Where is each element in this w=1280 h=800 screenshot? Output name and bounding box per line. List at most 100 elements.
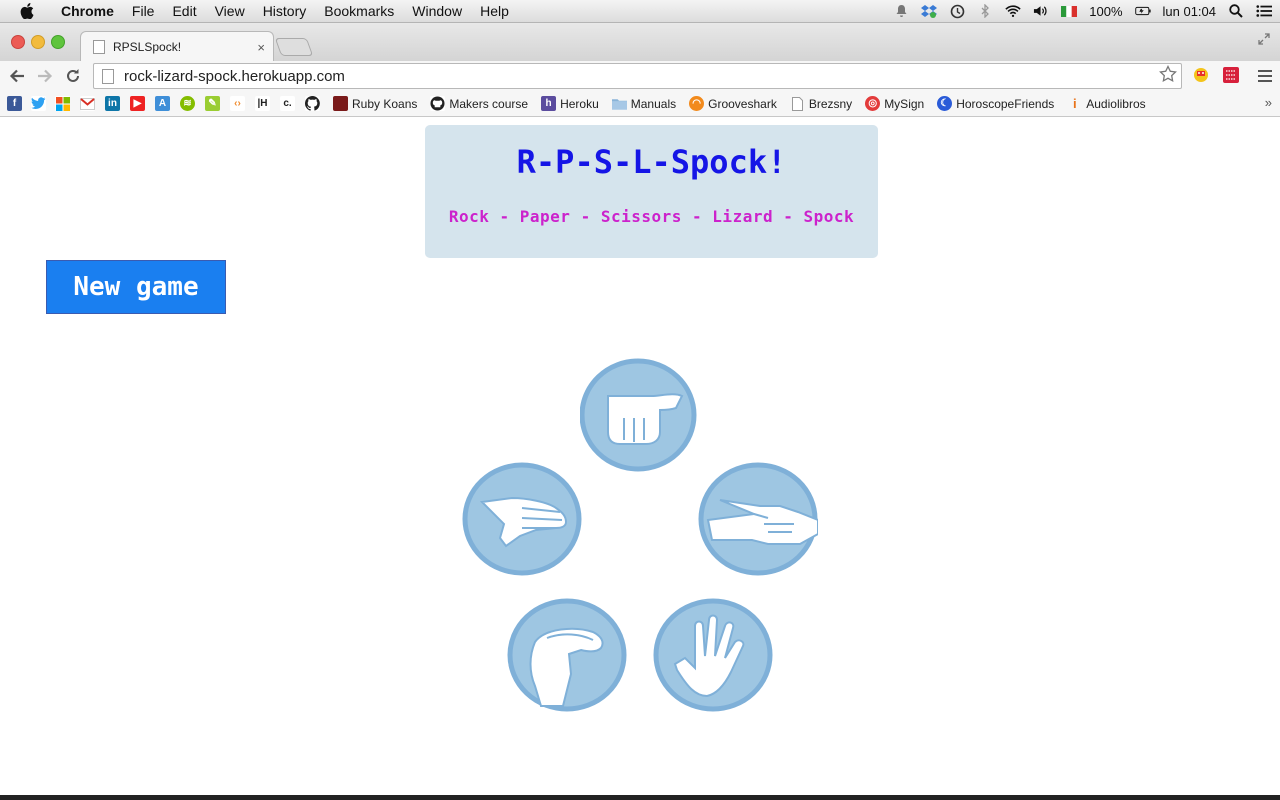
menu-help[interactable]: Help xyxy=(471,3,518,19)
choice-lizard[interactable] xyxy=(507,598,627,712)
apple-icon[interactable] xyxy=(18,2,36,20)
extension-red-icon[interactable] xyxy=(1222,66,1240,84)
gmail-icon[interactable] xyxy=(80,96,95,111)
twitter-icon[interactable] xyxy=(31,96,46,111)
reload-icon[interactable] xyxy=(63,66,83,86)
translate-icon[interactable]: A xyxy=(155,96,170,111)
wifi-icon[interactable] xyxy=(1005,3,1021,19)
tab-close-icon[interactable]: × xyxy=(257,40,265,55)
bookmark-label: Audiolibros xyxy=(1086,96,1146,111)
spotify-icon[interactable]: ≋ xyxy=(180,96,195,111)
paper-hand-icon xyxy=(462,462,582,576)
new-tab-button[interactable] xyxy=(274,38,314,56)
bookmark-label: Makers course xyxy=(449,96,529,111)
window-zoom-button[interactable] xyxy=(51,35,65,49)
page-subtitle: Rock - Paper - Scissors - Lizard - Spock xyxy=(448,207,855,226)
bookmark-brezsny[interactable]: Brezsny xyxy=(783,96,852,111)
moon-icon: ☾ xyxy=(937,96,953,111)
bookmark-label: Ruby Koans xyxy=(352,96,418,111)
spotlight-search-icon[interactable] xyxy=(1228,3,1244,19)
github-octocat-icon[interactable] xyxy=(305,96,320,111)
pencil-icon[interactable]: ✎ xyxy=(205,96,220,111)
code-icon[interactable]: ‹› xyxy=(230,96,245,111)
tab-title: RPSLSpock! xyxy=(113,40,182,54)
choice-rock[interactable] xyxy=(579,358,700,472)
address-url[interactable]: rock-lizard-spock.herokuapp.com xyxy=(124,68,345,85)
battery-icon[interactable] xyxy=(1134,3,1151,19)
menu-history[interactable]: History xyxy=(254,3,316,19)
bookmark-ruby-koans[interactable]: Ruby Koans xyxy=(326,96,417,111)
ruby-koans-icon xyxy=(333,96,348,111)
italy-flag-icon[interactable] xyxy=(1061,3,1078,19)
chrome-menu-icon[interactable] xyxy=(1258,67,1272,85)
menu-file[interactable]: File xyxy=(123,3,164,19)
window-minimize-button[interactable] xyxy=(31,35,45,49)
choice-paper[interactable] xyxy=(462,462,582,576)
bookmark-heroku[interactable]: h Heroku xyxy=(534,96,599,111)
back-arrow-icon[interactable] xyxy=(7,66,27,86)
bluetooth-icon[interactable] xyxy=(977,3,993,19)
fullscreen-icon[interactable] xyxy=(1258,33,1270,48)
bookmark-star-icon[interactable] xyxy=(1159,64,1177,88)
browser-toolbar: rock-lizard-spock.herokuapp.com xyxy=(0,61,1280,91)
page-favicon-icon xyxy=(93,40,105,54)
youtube-icon[interactable]: ▶ xyxy=(130,96,145,111)
bookmark-label: Heroku xyxy=(560,96,599,111)
bookmark-label: MySign xyxy=(884,96,925,111)
hacker-icon[interactable]: |H xyxy=(255,96,270,111)
lizard-hand-icon xyxy=(507,598,627,712)
bookmark-mysign[interactable]: ◎ MySign xyxy=(858,96,924,111)
github-icon xyxy=(430,96,446,111)
bookmarks-overflow-icon[interactable]: » xyxy=(1265,95,1272,110)
dropbox-icon[interactable] xyxy=(921,3,938,19)
choice-spock[interactable] xyxy=(653,598,773,712)
heroku-icon: h xyxy=(541,96,557,111)
extension-mascot-icon[interactable] xyxy=(1192,66,1210,84)
grooveshark-icon: ◠ xyxy=(689,96,705,111)
window-close-button[interactable] xyxy=(11,35,25,49)
volume-icon[interactable] xyxy=(1033,3,1049,19)
bookmark-manuals[interactable]: Manuals xyxy=(605,96,676,111)
windows-icon[interactable] xyxy=(55,96,70,111)
notification-bell-icon[interactable] xyxy=(893,3,909,19)
forward-arrow-icon[interactable] xyxy=(35,66,55,86)
bookmark-label: Brezsny xyxy=(808,96,853,111)
bookmark-label: HoroscopeFriends xyxy=(956,96,1055,111)
tab-strip: RPSLSpock! × xyxy=(0,23,1280,62)
folder-icon xyxy=(611,96,627,111)
bookmark-horoscopefriends[interactable]: ☾ HoroscopeFriends xyxy=(930,96,1054,111)
bookmark-audiolibros[interactable]: i Audiolibros xyxy=(1060,96,1146,111)
bookmark-makers-course[interactable]: Makers course xyxy=(423,96,528,111)
window-bottom-edge xyxy=(0,795,1280,800)
page-title: R-P-S-L-Spock! xyxy=(516,143,787,181)
menu-edit[interactable]: Edit xyxy=(163,3,205,19)
mac-menu-bar: Chrome File Edit View History Bookmarks … xyxy=(0,0,1280,23)
address-bar[interactable]: rock-lizard-spock.herokuapp.com xyxy=(93,63,1182,89)
spock-hand-icon xyxy=(653,598,773,712)
mysign-icon: ◎ xyxy=(865,96,881,111)
time-machine-icon[interactable] xyxy=(949,3,965,19)
rock-fist-icon xyxy=(579,358,697,472)
bookmark-label: Grooveshark xyxy=(708,96,777,111)
new-game-button[interactable]: New game xyxy=(46,260,226,314)
menu-chrome[interactable]: Chrome xyxy=(52,3,123,19)
menu-bookmarks[interactable]: Bookmarks xyxy=(315,3,403,19)
battery-percent[interactable]: 100% xyxy=(1089,4,1122,19)
choice-scissors[interactable] xyxy=(698,462,819,576)
codecademy-icon[interactable]: c. xyxy=(280,96,295,111)
scissors-hand-icon xyxy=(698,462,819,576)
menu-clock[interactable]: lun 01:04 xyxy=(1163,4,1217,19)
bookmarks-bar: f in ▶ A ≋ ✎ ‹› |H c. Ruby Koans Makers … xyxy=(0,91,1280,117)
notification-center-icon[interactable] xyxy=(1256,3,1272,19)
bookmark-label: Manuals xyxy=(630,96,677,111)
menu-view[interactable]: View xyxy=(206,3,254,19)
page-icon xyxy=(102,68,114,84)
info-icon: i xyxy=(1072,96,1077,111)
menu-window[interactable]: Window xyxy=(403,3,471,19)
game-header: R-P-S-L-Spock! Rock - Paper - Scissors -… xyxy=(425,125,878,258)
page-icon xyxy=(790,96,805,111)
tab-rpslspock[interactable]: RPSLSpock! × xyxy=(80,31,274,62)
linkedin-icon[interactable]: in xyxy=(105,96,120,111)
facebook-icon[interactable]: f xyxy=(7,96,22,111)
bookmark-grooveshark[interactable]: ◠ Grooveshark xyxy=(682,96,777,111)
